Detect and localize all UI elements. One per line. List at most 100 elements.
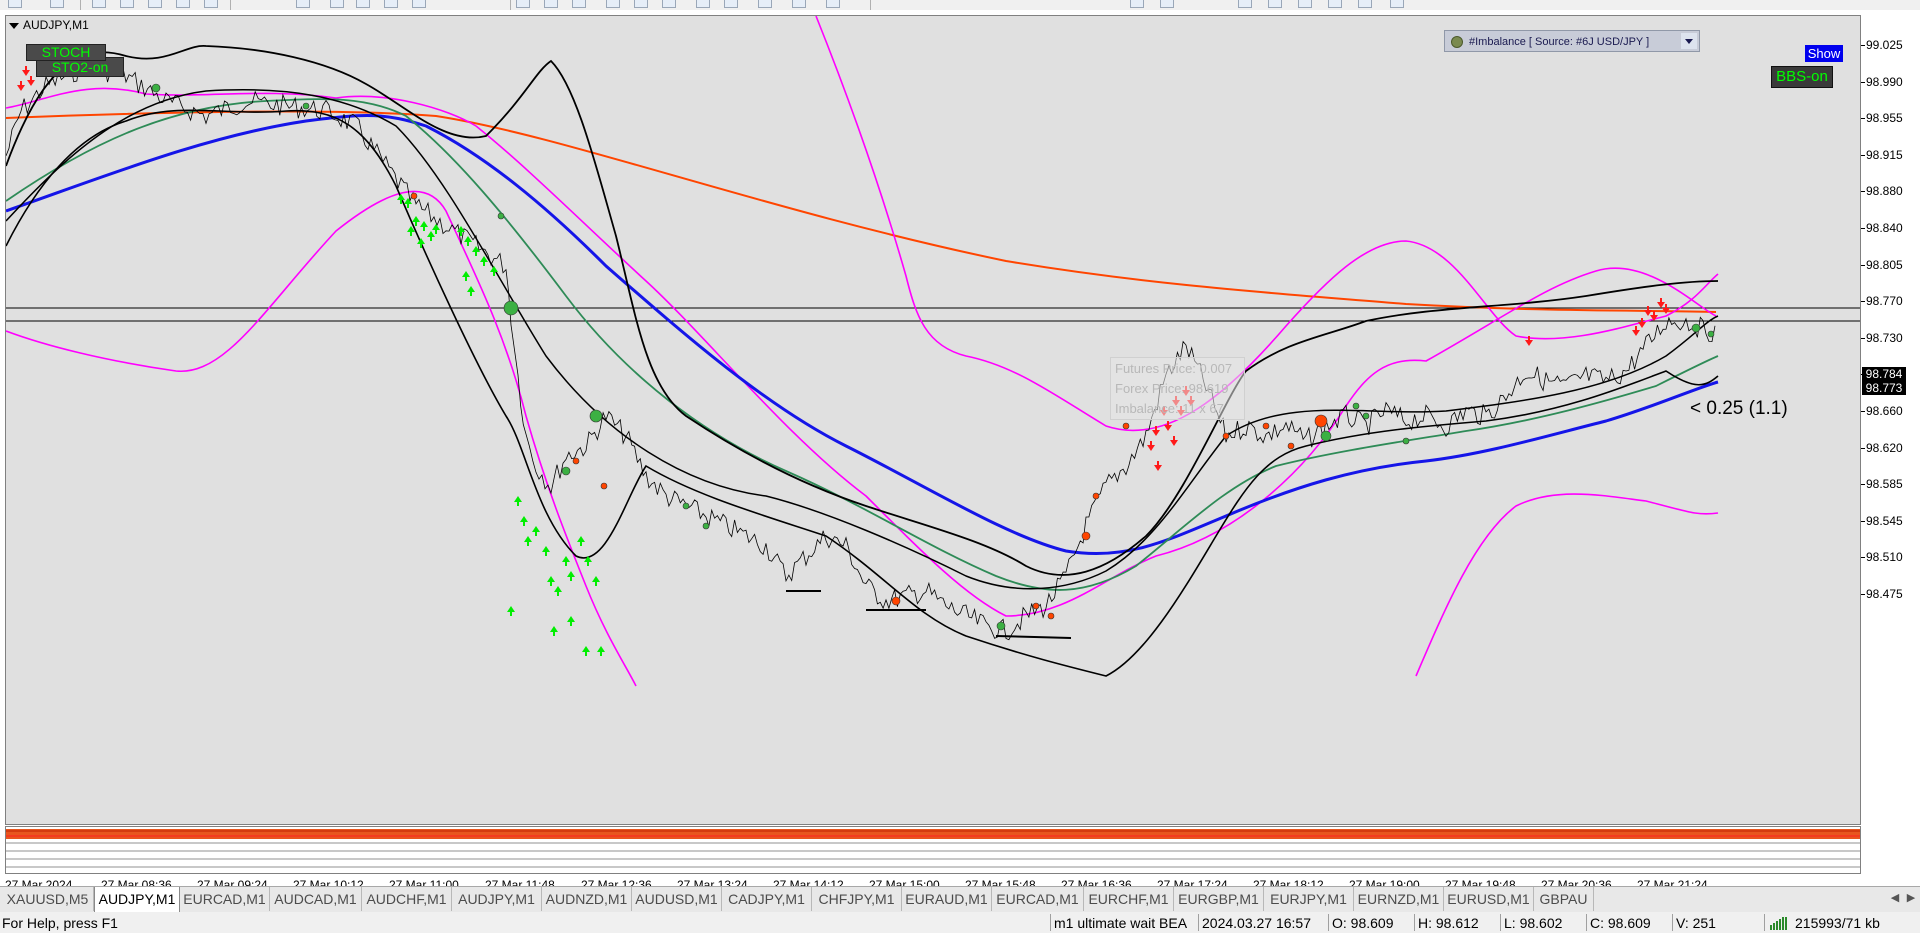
tab-audcad-m1[interactable]: AUDCAD,M1: [270, 887, 362, 911]
toolbar-candles-icon[interactable]: [544, 0, 558, 8]
toolbar-new-order-icon[interactable]: [8, 0, 22, 8]
buy-arrow-icon: [467, 286, 475, 296]
toolbar-profiles-icon[interactable]: [92, 0, 106, 8]
toolbar-fibo-icon[interactable]: [1328, 0, 1342, 8]
status-profile[interactable]: m1 ultimate wait BEA: [1054, 915, 1187, 931]
buy-arrow-icon: [507, 606, 515, 616]
buy-arrow-icon: [532, 526, 540, 536]
sell-arrow-icon: [1638, 318, 1646, 328]
toolbar-shift-icon[interactable]: [724, 0, 738, 8]
tab-eurgbp-m1[interactable]: EURGBP,M1: [1174, 887, 1264, 911]
tab-audusd-m1[interactable]: AUDUSD,M1: [632, 887, 722, 911]
toolbar-trendline-icon[interactable]: [1268, 0, 1282, 8]
price-axis[interactable]: [1861, 15, 1920, 825]
chart-symbol-label: AUDJPY,M1: [9, 18, 89, 32]
toolbar-cursor-icon[interactable]: [1130, 0, 1144, 8]
tab-eurchf-m1[interactable]: EURCHF,M1: [1084, 887, 1174, 911]
show-button[interactable]: Show: [1805, 45, 1843, 62]
buy-arrow-icon: [524, 536, 532, 546]
toolbar-arrows-icon[interactable]: [1390, 0, 1404, 8]
signal-dot: [1362, 412, 1370, 420]
price-axis-tick: 98.585: [1866, 477, 1903, 492]
connection-bars-icon[interactable]: [1770, 917, 1792, 930]
green-moving-average: [6, 98, 1719, 591]
sell-arrow-icon: [1632, 326, 1640, 336]
toolbar-scroll-icon[interactable]: [696, 0, 710, 8]
toolbar-tile-icon[interactable]: [662, 0, 676, 8]
status-separator: [1500, 914, 1501, 931]
toolbar-crosshair-icon[interactable]: [1160, 0, 1174, 8]
tab-eurjpy-m1[interactable]: EURJPY,M1: [1264, 887, 1354, 911]
indicator-subwindow[interactable]: [5, 826, 1861, 874]
signal-dot: [1320, 430, 1332, 442]
toolbar-templates-icon[interactable]: [826, 0, 840, 8]
buy-arrow-icon: [432, 224, 440, 234]
toolbar-hline-icon[interactable]: [1238, 0, 1252, 8]
tab-cadjpy-m1[interactable]: CADJPY,M1: [722, 887, 812, 911]
tab-audjpy-m1[interactable]: AUDJPY,M1: [94, 887, 180, 912]
buy-arrow-icon: [462, 271, 470, 281]
tab-gbpau[interactable]: GBPAU: [1534, 887, 1594, 911]
toolbar-zoom-out-icon[interactable]: [634, 0, 648, 8]
toolbar-bar-chart-icon[interactable]: [516, 0, 530, 8]
signal-dot: [1047, 612, 1055, 620]
buy-arrow-icon: [547, 576, 555, 586]
collapse-triangle-icon[interactable]: [9, 22, 19, 29]
stoch-indicator-button[interactable]: STOCH: [26, 44, 106, 61]
status-separator: [1328, 914, 1329, 931]
tab-eurcad-m1[interactable]: EURCAD,M1: [180, 887, 270, 911]
toolbar-experts-icon[interactable]: [384, 0, 398, 8]
status-datetime: 2024.03.27 16:57: [1202, 915, 1311, 931]
tab-chfjpy-m1[interactable]: CHFJPY,M1: [812, 887, 902, 911]
price-axis-tick-mark: [1861, 557, 1865, 559]
price-axis-tick-mark: [1861, 447, 1865, 449]
chart-canvas[interactable]: [6, 16, 1861, 825]
price-axis-tick: 98.475: [1866, 587, 1903, 601]
toolbar-market-watch-icon[interactable]: [120, 0, 134, 8]
indicator-canvas: [6, 829, 1860, 868]
toolbar-navigator-icon[interactable]: [148, 0, 162, 8]
chevron-down-icon[interactable]: [1681, 33, 1697, 49]
buy-arrow-icon: [592, 576, 600, 586]
toolbar-terminal-icon[interactable]: [176, 0, 190, 8]
toolbar-periods-icon[interactable]: [792, 0, 806, 8]
imbalance-source-dropdown[interactable]: #Imbalance [ Source: #6J USD/JPY ]: [1444, 30, 1700, 52]
price-tag-lower: 98.773: [1862, 381, 1906, 395]
chart-tabs: XAUUSD,M5 AUDJPY,M1 EURCAD,M1 AUDCAD,M1 AUDC…: [0, 886, 1920, 913]
buy-arrow-icon: [514, 496, 522, 506]
tab-eurusd-m1[interactable]: EURUSD,M1: [1444, 887, 1534, 911]
tab-xauusd-m5[interactable]: XAUUSD,M5: [2, 887, 94, 911]
toolbar-separator: [510, 0, 511, 10]
status-separator: [1764, 914, 1765, 931]
bbs-toggle-button[interactable]: BBS-on: [1771, 66, 1833, 88]
price-chart[interactable]: AUDJPY,M1 STO2-on STOCH #Imbalance [ Sou…: [5, 15, 1861, 825]
tab-eurnzd-m1[interactable]: EURNZD,M1: [1354, 887, 1444, 911]
toolbar-indicators-icon[interactable]: [758, 0, 772, 8]
price-axis-tick-mark: [1861, 337, 1865, 339]
toolbar-tester-icon[interactable]: [204, 0, 218, 8]
tab-audjpy-m1[interactable]: AUDJPY,M1: [452, 887, 542, 911]
chart-window: AUDJPY,M1 STO2-on STOCH #Imbalance [ Sou…: [0, 10, 1920, 895]
toolbar-zoom-in-icon[interactable]: [606, 0, 620, 8]
tab-scroll-left-icon[interactable]: ◀: [1888, 890, 1902, 906]
tab-audchf-m1[interactable]: AUDCHF,M1: [362, 887, 452, 911]
tab-eurcad-m1[interactable]: EURCAD,M1: [992, 887, 1084, 911]
status-separator: [1414, 914, 1415, 931]
price-axis-tick-mark: [1861, 81, 1865, 83]
tab-audnzd-m1[interactable]: AUDNZD,M1: [542, 887, 632, 911]
toolbar-stop-icon[interactable]: [412, 0, 426, 8]
status-volume: V: 251: [1676, 915, 1716, 931]
toolbar-channel-icon[interactable]: [1298, 0, 1312, 8]
toolbar-autotrading-icon[interactable]: [296, 0, 310, 8]
toolbar-metaeditor-icon[interactable]: [330, 0, 344, 8]
status-open: O: 98.609: [1332, 915, 1394, 931]
toolbar-text-icon[interactable]: [1358, 0, 1372, 8]
toolbar-chart-icon[interactable]: [50, 0, 64, 8]
tab-scroll-right-icon[interactable]: ▶: [1904, 890, 1918, 906]
toolbar-new-order-button-icon[interactable]: [356, 0, 370, 8]
signal-dot: [600, 482, 608, 490]
toolbar-line-chart-icon[interactable]: [572, 0, 586, 8]
tab-euraud-m1[interactable]: EURAUD,M1: [902, 887, 992, 911]
status-high: H: 98.612: [1418, 915, 1479, 931]
black-band-middle: [6, 89, 1719, 590]
